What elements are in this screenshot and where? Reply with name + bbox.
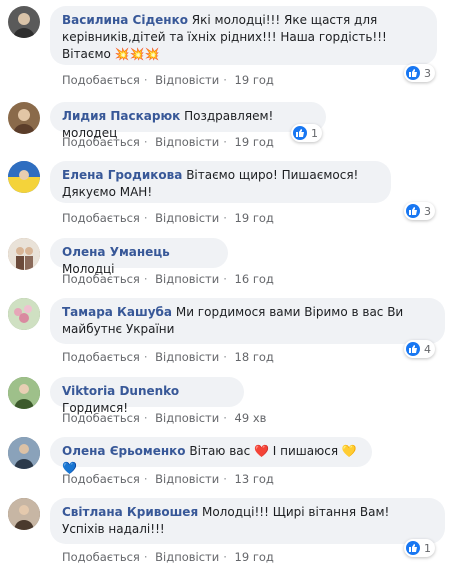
comment-time[interactable]: 19 год [235,135,274,149]
comment-bubble: Василина Сіденко Які молодці!!! Яке щаст… [50,6,437,65]
reaction-number: 3 [424,66,431,80]
comment-author[interactable]: Елена Гродикова [62,168,182,182]
comment-actions: Подобається · Відповісти · 13 год [62,472,274,486]
comment-actions: Подобається · Відповісти · 19 год [62,211,274,225]
comment-author[interactable]: Олена Єрьоменко [62,444,186,458]
comment-author[interactable]: Лидия Паскарюк [62,109,180,123]
reaction-count[interactable]: 3 [404,64,435,82]
reply-link[interactable]: Відповісти [155,350,219,364]
comment-bubble: Viktoria Dunenko Гордимся! [50,377,244,415]
comment-author[interactable]: Viktoria Dunenko [62,384,179,398]
reply-link[interactable]: Відповісти [155,211,219,225]
avatar[interactable] [8,102,40,134]
comment-author[interactable]: Світлана Кривошея [62,505,198,519]
thumbs-up-icon [293,126,307,140]
comment-time[interactable]: 16 год [235,272,274,286]
like-link[interactable]: Подобається [62,472,140,486]
comment-actions: Подобається · Відповісти · 19 год [62,550,274,564]
avatar[interactable] [8,437,40,469]
avatar[interactable] [8,498,40,530]
avatar[interactable] [8,298,40,330]
comment-actions: Подобається · Відповісти · 16 год [62,272,274,286]
like-link[interactable]: Подобається [62,135,140,149]
like-link[interactable]: Подобається [62,272,140,286]
comment-bubble: Олена Єрьоменко Вітаю вас ❤️ І пишаюся 💛… [50,437,372,475]
reaction-count[interactable]: 3 [404,202,435,220]
reply-link[interactable]: Відповісти [155,272,219,286]
reply-link[interactable]: Відповісти [155,135,219,149]
thumbs-up-icon [406,541,420,555]
reply-link[interactable]: Відповісти [155,472,219,486]
comment-time[interactable]: 19 год [235,550,274,564]
like-link[interactable]: Подобається [62,350,140,364]
comment-actions: Подобається · Відповісти · 19 год [62,73,274,87]
thumbs-up-icon [406,204,420,218]
like-link[interactable]: Подобається [62,550,140,564]
reply-link[interactable]: Відповісти [155,550,219,564]
comment-actions: Подобається · Відповісти · 18 год [62,350,274,364]
avatar[interactable] [8,6,40,38]
comment-time[interactable]: 13 год [235,472,274,486]
reaction-number: 1 [311,126,318,140]
comment-bubble: Лидия Паскарюк Поздравляем! молодец [50,102,326,140]
reply-link[interactable]: Відповісти [155,73,219,87]
avatar[interactable] [8,377,40,409]
comment-bubble: Тамара Кашуба Ми гордимося вами Віримо в… [50,298,445,344]
comment-time[interactable]: 19 год [235,211,274,225]
reaction-number: 4 [424,342,431,356]
comment-actions: Подобається · Відповісти · 49 хв [62,411,267,425]
comment-time[interactable]: 18 год [235,350,274,364]
comment-time[interactable]: 49 хв [235,411,267,425]
like-link[interactable]: Подобається [62,211,140,225]
comment-bubble: Світлана Кривошея Молодці!!! Щирі вітанн… [50,498,445,544]
comment-bubble: Елена Гродикова Вітаємо щиро! Пишаємося!… [50,161,391,203]
thumbs-up-icon [406,66,420,80]
like-link[interactable]: Подобається [62,73,140,87]
reply-link[interactable]: Відповісти [155,411,219,425]
comment-actions: Подобається · Відповісти · 19 год [62,135,274,149]
reaction-number: 1 [424,541,431,555]
avatar[interactable] [8,161,40,193]
reaction-count[interactable]: 1 [404,539,435,557]
reaction-number: 3 [424,204,431,218]
reaction-count[interactable]: 4 [404,340,435,358]
comment-author[interactable]: Олена Уманець [62,245,170,259]
comment-time[interactable]: 19 год [235,73,274,87]
comment-bubble: Олена Уманець Молодці [50,238,228,276]
comment-author[interactable]: Василина Сіденко [62,13,188,27]
avatar[interactable] [8,238,40,270]
thumbs-up-icon [406,342,420,356]
comment-author[interactable]: Тамара Кашуба [62,305,172,319]
like-link[interactable]: Подобається [62,411,140,425]
reaction-count[interactable]: 1 [291,124,322,142]
